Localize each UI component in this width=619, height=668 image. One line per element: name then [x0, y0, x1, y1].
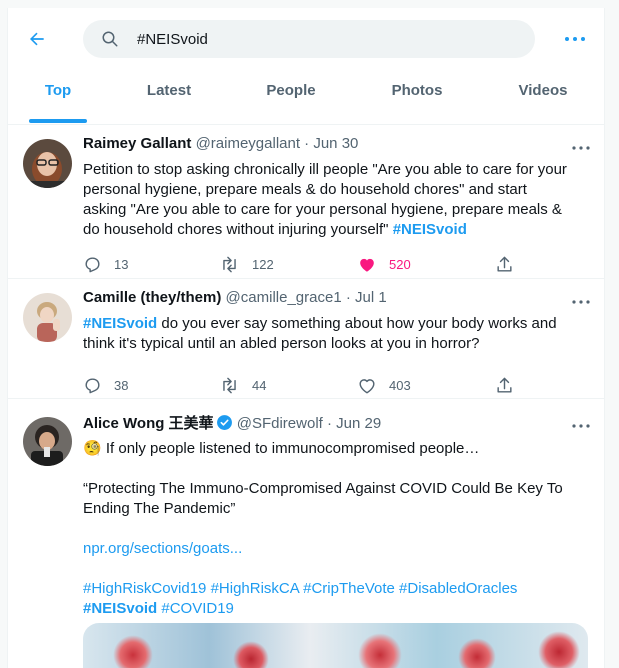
verified-badge-icon [216, 415, 232, 430]
avatar[interactable] [23, 293, 72, 342]
article-link[interactable]: npr.org/sections/goats... [83, 539, 573, 559]
tweet-text-part: Petition to stop asking chronically ill … [83, 161, 567, 238]
hashtag-link[interactable]: #NEISvoid [393, 221, 467, 238]
tweet-header: Camille (they/them) @camille_grace1 · Ju… [83, 289, 387, 306]
share-button[interactable] [495, 254, 514, 274]
search-box[interactable] [83, 20, 535, 58]
like-count: 520 [389, 256, 411, 272]
hashtag-link[interactable]: #NEISvoid [83, 315, 157, 332]
like-count: 403 [389, 377, 411, 393]
share-icon [497, 256, 512, 272]
search-icon [102, 31, 118, 47]
tweet-date[interactable]: Jun 30 [313, 135, 358, 152]
tweet-text: Petition to stop asking chronically ill … [83, 160, 573, 240]
author-handle[interactable]: @raimeygallant [196, 135, 300, 152]
retweet-icon [223, 256, 236, 272]
separator: · [345, 289, 351, 306]
search-header [8, 8, 604, 71]
author-name[interactable]: Alice Wong 王美華 [83, 415, 214, 432]
like-icon [359, 378, 375, 393]
more-options-button[interactable] [560, 28, 590, 50]
quoted-headline: “Protecting The Immuno-Compromised Again… [83, 480, 563, 517]
avatar[interactable] [23, 139, 72, 188]
tweet-text: #NEISvoid do you ever say something abou… [83, 314, 563, 354]
tweet-date[interactable]: Jul 1 [355, 289, 387, 306]
reply-count: 13 [114, 256, 129, 272]
reply-button[interactable]: 38 [83, 375, 128, 395]
like-icon [360, 258, 374, 272]
reply-icon [85, 377, 100, 393]
reply-button[interactable]: 13 [83, 254, 128, 274]
author-name[interactable]: Camille (they/them) [83, 289, 221, 306]
retweet-icon [223, 377, 236, 393]
separator: · [304, 135, 310, 152]
tweet-actions: 13 122 520 [83, 254, 523, 274]
tab-videos[interactable]: Videos [508, 71, 578, 124]
hashtag-link[interactable]: #DisabledOracles [399, 580, 517, 597]
monocle-face-emoji: 🧐 [83, 440, 102, 457]
like-button[interactable]: 403 [357, 375, 411, 395]
reply-icon [85, 256, 100, 272]
tweet[interactable]: Raimey Gallant @raimeygallant · Jun 30 P… [8, 125, 604, 279]
tab-people[interactable]: People [256, 71, 326, 124]
search-tabs: Top Latest People Photos Videos [8, 71, 604, 125]
hashtag-link[interactable]: #NEISvoid [83, 600, 157, 617]
search-input[interactable] [137, 29, 517, 49]
retweet-count: 122 [252, 256, 274, 272]
more-icon [565, 37, 585, 41]
hashtag-link[interactable]: #CripTheVote [303, 580, 395, 597]
hashtag-link[interactable]: #HighRiskCA [211, 580, 299, 597]
tweet-header: Alice Wong 王美華 @SFdirewolf · Jun 29 [83, 412, 381, 433]
tweet-text: 🧐 If only people listened to immunocompr… [83, 439, 573, 619]
retweet-button[interactable]: 44 [219, 375, 266, 395]
active-tab-indicator [29, 119, 87, 123]
tweet-line: 🧐 If only people listened to immunocompr… [83, 439, 573, 459]
tweet-actions: 38 44 403 [83, 375, 523, 395]
main-column: Top Latest People Photos Videos Raimey G… [7, 8, 605, 668]
author-handle[interactable]: @camille_grace1 [226, 289, 342, 306]
reply-count: 38 [114, 377, 129, 393]
more-icon [572, 300, 590, 304]
tweet-header: Raimey Gallant @raimeygallant · Jun 30 [83, 135, 358, 152]
retweet-count: 44 [252, 377, 267, 393]
hashtag-link[interactable]: #HighRiskCovid19 [83, 580, 206, 597]
tweet[interactable]: Camille (they/them) @camille_grace1 · Ju… [8, 279, 604, 399]
tweet-date[interactable]: Jun 29 [336, 415, 381, 432]
tweet-more-button[interactable] [570, 141, 592, 155]
more-icon [572, 424, 590, 428]
hashtag-list: #HighRiskCovid19 #HighRiskCA #CripTheVot… [83, 579, 573, 619]
like-button[interactable]: 520 [357, 254, 411, 274]
author-handle[interactable]: @SFdirewolf [237, 415, 323, 432]
avatar[interactable] [23, 417, 72, 466]
tweet-more-button[interactable] [570, 295, 592, 309]
tweet-text-part: If only people listened to immunocomprom… [101, 440, 480, 457]
back-arrow-icon [30, 32, 44, 46]
share-icon [497, 377, 512, 393]
back-button[interactable] [20, 26, 54, 52]
more-icon [572, 146, 590, 150]
tab-top[interactable]: Top [29, 71, 87, 124]
retweet-button[interactable]: 122 [219, 254, 274, 274]
tab-latest[interactable]: Latest [134, 71, 204, 124]
hashtag-link[interactable]: #COVID19 [161, 600, 234, 617]
author-name[interactable]: Raimey Gallant [83, 135, 191, 152]
tab-photos[interactable]: Photos [382, 71, 452, 124]
share-button[interactable] [495, 375, 514, 395]
tweet-more-button[interactable] [570, 419, 592, 433]
separator: · [327, 415, 332, 432]
